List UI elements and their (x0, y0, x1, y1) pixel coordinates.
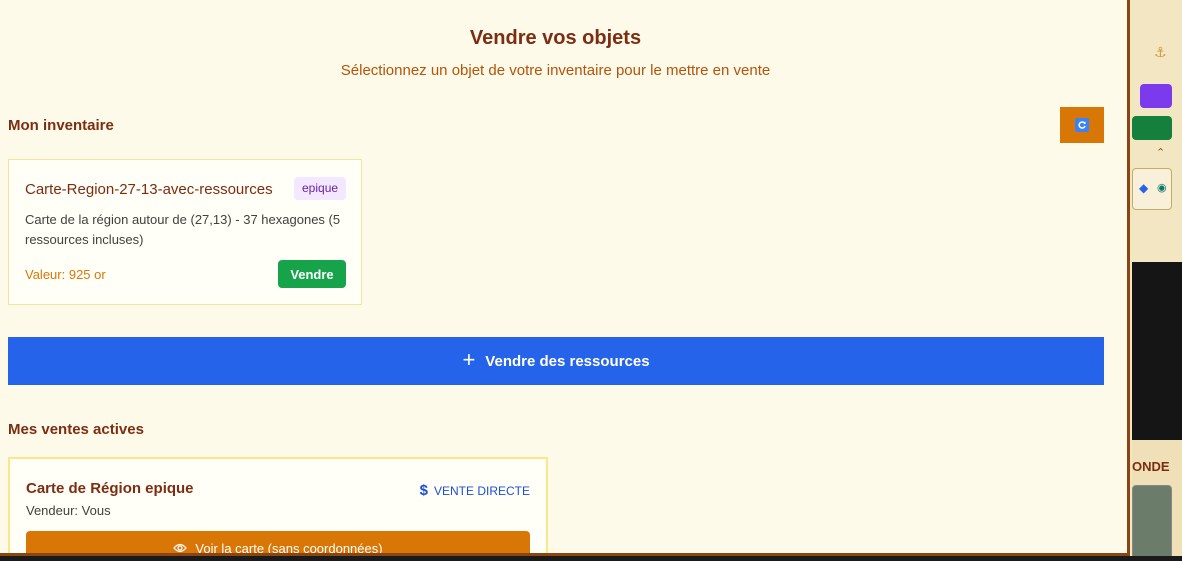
modal-subtitle: Sélectionnez un objet de votre inventair… (340, 62, 771, 79)
rarity-badge: epique (294, 177, 347, 200)
item-description: Carte de la région autour de (27,13) - 3… (25, 212, 341, 247)
background-purple-button (1140, 84, 1172, 108)
anchor-icon: ⚓ (1154, 44, 1167, 60)
inventory-heading: Mon inventaire (8, 117, 114, 134)
sell-resources-button[interactable]: + Vendre des ressources (8, 337, 1104, 385)
view-map-button[interactable]: Voir la carte (sans coordonnées) (26, 531, 530, 556)
refresh-inventory-button[interactable] (1060, 107, 1104, 143)
refresh-icon (1075, 118, 1089, 132)
active-listing-card: Carte de Région epique $ VENTE DIRECTE V… (8, 457, 548, 556)
sale-type-badge: $ VENTE DIRECTE (420, 482, 530, 499)
dollar-icon: $ (419, 482, 428, 499)
background-panel: ◆ ◉ (1132, 168, 1172, 210)
background-minimap (1132, 485, 1172, 561)
background-dark-area (1132, 262, 1182, 440)
eye-icon: ◉ (1157, 182, 1167, 194)
plus-icon: + (462, 347, 476, 372)
bottom-strip (0, 556, 1182, 561)
item-name: Carte-Region-27-13-avec-ressources (25, 181, 273, 198)
background-green-button (1132, 116, 1172, 140)
chevron-up-icon: ⌃ (1156, 147, 1166, 159)
sell-items-modal: Vendre vos objets Sélectionnez un objet … (0, 0, 1130, 556)
active-sales-heading: Mes ventes actives (8, 421, 144, 438)
view-map-label: Voir la carte (sans coordonnées) (195, 540, 383, 556)
sell-item-button[interactable]: Vendre (278, 260, 346, 288)
listing-title: Carte de Région epique (26, 480, 194, 497)
inventory-item-card[interactable]: Carte-Region-27-13-avec-ressources epiqu… (8, 159, 362, 305)
eye-icon (173, 541, 188, 554)
sale-type-label: VENTE DIRECTE (433, 483, 530, 498)
background-app: ⚓ ⌃ ◆ ◉ ONDE (1128, 0, 1182, 561)
sell-resources-label: Vendre des ressources (485, 352, 650, 370)
gem-icon: ◆ (1139, 181, 1149, 195)
listing-seller: Vendeur: Vous (26, 503, 111, 518)
modal-title: Vendre vos objets (469, 27, 642, 49)
item-value: Valeur: 925 or (25, 267, 106, 282)
background-heading: ONDE (1132, 459, 1170, 474)
